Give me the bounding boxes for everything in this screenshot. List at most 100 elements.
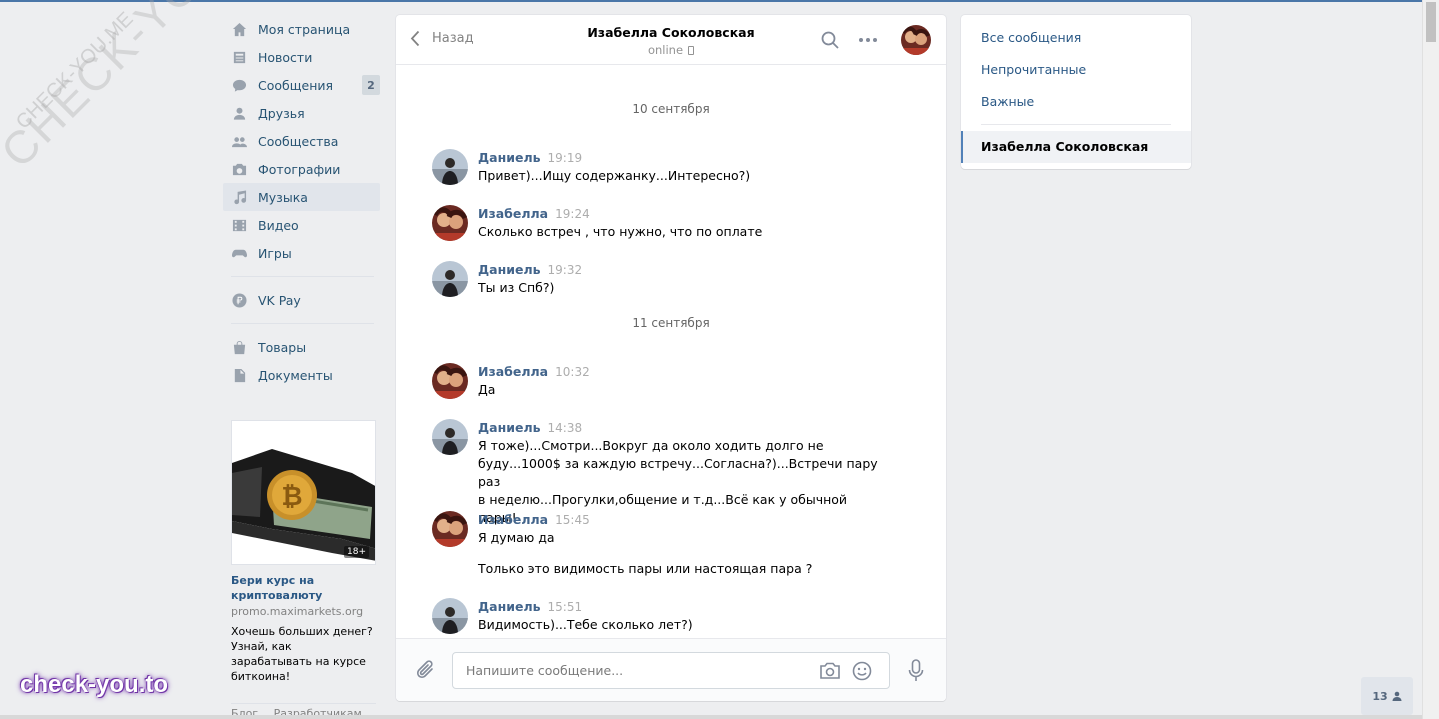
- dialogs-filter-panel: Все сообщения Непрочитанные Важные Изабе…: [961, 15, 1191, 169]
- filter-divider: [981, 124, 1171, 125]
- author-name[interactable]: Даниель: [478, 150, 541, 165]
- author-name[interactable]: Даниель: [478, 599, 541, 614]
- avatar-izabella[interactable]: [432, 511, 468, 547]
- message-input[interactable]: [466, 663, 806, 678]
- avatar-izabella[interactable]: [432, 363, 468, 399]
- avatar-daniel[interactable]: [432, 261, 468, 297]
- message-input-box[interactable]: [452, 652, 890, 689]
- nav-label: Сообщения: [258, 77, 334, 93]
- nav-item-communities[interactable]: Сообщества: [223, 127, 380, 155]
- nav-item-goods[interactable]: Товары: [223, 333, 380, 361]
- search-icon[interactable]: [821, 31, 839, 52]
- ad-block[interactable]: ₿ 18+ Бери курс на криптовалюту promo.ma…: [231, 420, 376, 704]
- ad-divider: [231, 703, 376, 704]
- author-name[interactable]: Даниель: [478, 262, 541, 277]
- message-text: Я думаю да Только это видимость пары или…: [478, 529, 878, 578]
- message-text: Сколько встреч , что нужно, что по оплат…: [478, 224, 763, 239]
- camera-icon[interactable]: [819, 662, 841, 683]
- author-name[interactable]: Изабелла: [478, 512, 548, 527]
- peer-avatar[interactable]: [901, 25, 931, 55]
- message-text: Да: [478, 382, 496, 397]
- nav-label: Фотографии: [258, 161, 341, 177]
- filter-unread[interactable]: Непрочитанные: [981, 62, 1086, 77]
- ad-age-badge: 18+: [344, 546, 369, 558]
- message-author[interactable]: Изабелла 15:45: [478, 512, 590, 527]
- nav-item-vkpay[interactable]: VK Pay: [223, 286, 380, 314]
- message-time: 10:32: [555, 365, 590, 379]
- message-line: Я думаю да: [478, 530, 555, 545]
- message-time: 19:32: [547, 263, 583, 277]
- nav-label: Музыка: [258, 189, 308, 205]
- nav-item-documents[interactable]: Документы: [223, 361, 380, 389]
- ad-image-bitcoin-wallet[interactable]: ₿ 18+: [231, 420, 376, 565]
- messages-icon: [231, 77, 247, 93]
- nav-item-photos[interactable]: Фотографии: [223, 155, 380, 183]
- nav-item-friends[interactable]: Друзья: [223, 99, 380, 127]
- chat-panel: Назад Изабелла Соколовская online 10 сен…: [396, 15, 946, 701]
- nav-label: VK Pay: [258, 292, 301, 308]
- nav-label: Новости: [258, 49, 313, 65]
- users-icon: [231, 133, 247, 149]
- message-author[interactable]: Изабелла 10:32: [478, 364, 590, 379]
- nav-label: Друзья: [258, 105, 305, 121]
- message-line: Только это видимость пары или настоящая …: [478, 561, 813, 576]
- message-author[interactable]: Даниель 15:51: [478, 599, 582, 614]
- nav-label: Игры: [258, 245, 292, 261]
- nav-item-music[interactable]: Музыка: [223, 183, 380, 211]
- active-dialog-name: Изабелла Соколовская: [981, 139, 1149, 154]
- active-dialog-item[interactable]: Изабелла Соколовская: [961, 131, 1191, 163]
- ad-title-link[interactable]: Бери курс на криптовалюту: [231, 573, 376, 603]
- date-separator: 10 сентября: [632, 102, 710, 116]
- message-text: Ты из Спб?): [478, 280, 555, 295]
- user-icon: [1392, 691, 1402, 701]
- chat-header: Назад Изабелла Соколовская online: [396, 15, 946, 65]
- bag-icon: [231, 339, 247, 355]
- page-scrollbar[interactable]: [1422, 0, 1439, 719]
- message-line: буду...1000$ за каждую встречу...Согласн…: [478, 456, 878, 489]
- message-author[interactable]: Даниель 19:19: [478, 150, 582, 165]
- left-sidebar-nav: Моя страница Новости Сообщения 2 Друзья …: [223, 15, 380, 389]
- filter-important[interactable]: Важные: [981, 94, 1034, 109]
- filter-all-messages[interactable]: Все сообщения: [981, 30, 1081, 45]
- avatar-daniel[interactable]: [432, 598, 468, 634]
- rouble-icon: [231, 292, 247, 308]
- svg-text:₿: ₿: [281, 482, 302, 512]
- watermark-bottom: check-you.to: [20, 671, 169, 698]
- news-icon: [231, 49, 247, 65]
- nav-item-games[interactable]: Игры: [223, 239, 380, 267]
- date-separator: 11 сентября: [632, 316, 710, 330]
- avatar-izabella[interactable]: [432, 205, 468, 241]
- message-line: Я тоже)...Смотри...Вокруг да около ходит…: [478, 438, 824, 453]
- nav-label: Товары: [258, 339, 307, 355]
- friends-online-badge[interactable]: 13: [1361, 677, 1413, 715]
- emoji-icon[interactable]: [852, 661, 872, 684]
- taskbar-edge: [0, 715, 1422, 719]
- message-history[interactable]: 10 сентября Даниель 19:19 Привет)...Ищу с…: [396, 66, 946, 638]
- nav-item-messages[interactable]: Сообщения 2: [223, 71, 380, 99]
- camera-icon: [231, 161, 247, 177]
- nav-item-video[interactable]: Видео: [223, 211, 380, 239]
- more-icon[interactable]: [859, 38, 877, 42]
- message-author[interactable]: Даниель 19:32: [478, 262, 582, 277]
- nav-item-news[interactable]: Новости: [223, 43, 380, 71]
- mobile-icon: [688, 46, 695, 55]
- ad-domain: promo.maximarkets.org: [231, 605, 364, 618]
- message-author[interactable]: Даниель 14:38: [478, 420, 582, 435]
- message-time: 14:38: [547, 421, 583, 435]
- author-name[interactable]: Даниель: [478, 420, 541, 435]
- author-name[interactable]: Изабелла: [478, 206, 548, 221]
- message-author[interactable]: Изабелла 19:24: [478, 206, 590, 221]
- nav-divider: [231, 323, 374, 324]
- message-text: Видимость)...Тебе сколько лет?): [478, 617, 693, 632]
- peer-status: online: [396, 43, 946, 57]
- scrollbar-thumb[interactable]: [1426, 2, 1436, 42]
- peer-status-text: online: [647, 43, 684, 57]
- avatar-daniel[interactable]: [432, 149, 468, 185]
- nav-item-my-page[interactable]: Моя страница: [223, 15, 380, 43]
- nav-label: Моя страница: [258, 21, 351, 37]
- top-accent-line: [0, 0, 1422, 2]
- author-name[interactable]: Изабелла: [478, 364, 548, 379]
- microphone-icon[interactable]: [908, 659, 924, 686]
- avatar-daniel[interactable]: [432, 419, 468, 455]
- paperclip-icon[interactable]: [416, 659, 436, 684]
